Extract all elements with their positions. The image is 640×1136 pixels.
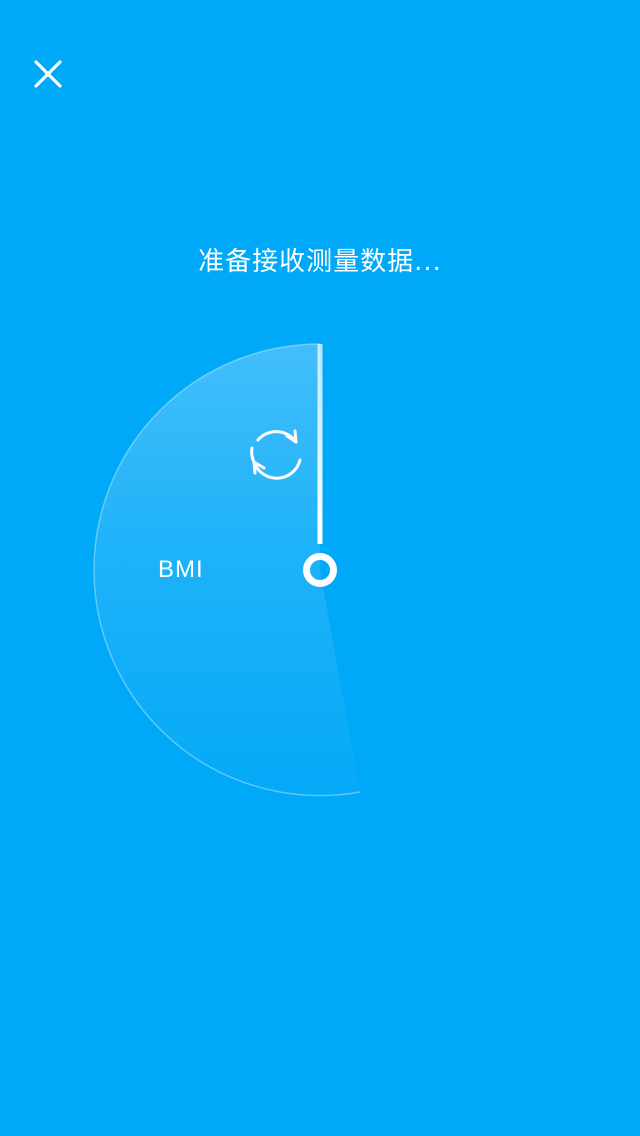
pivot-ring-icon <box>303 553 337 587</box>
metric-label: BMI <box>158 556 204 583</box>
gauge-pivot <box>302 552 338 588</box>
refresh-cycle-icon <box>250 429 302 480</box>
refresh-button[interactable] <box>240 418 310 488</box>
measurement-screen: 准备接收测量数据... BMI <box>0 0 640 1136</box>
gauge-needle <box>317 344 323 544</box>
